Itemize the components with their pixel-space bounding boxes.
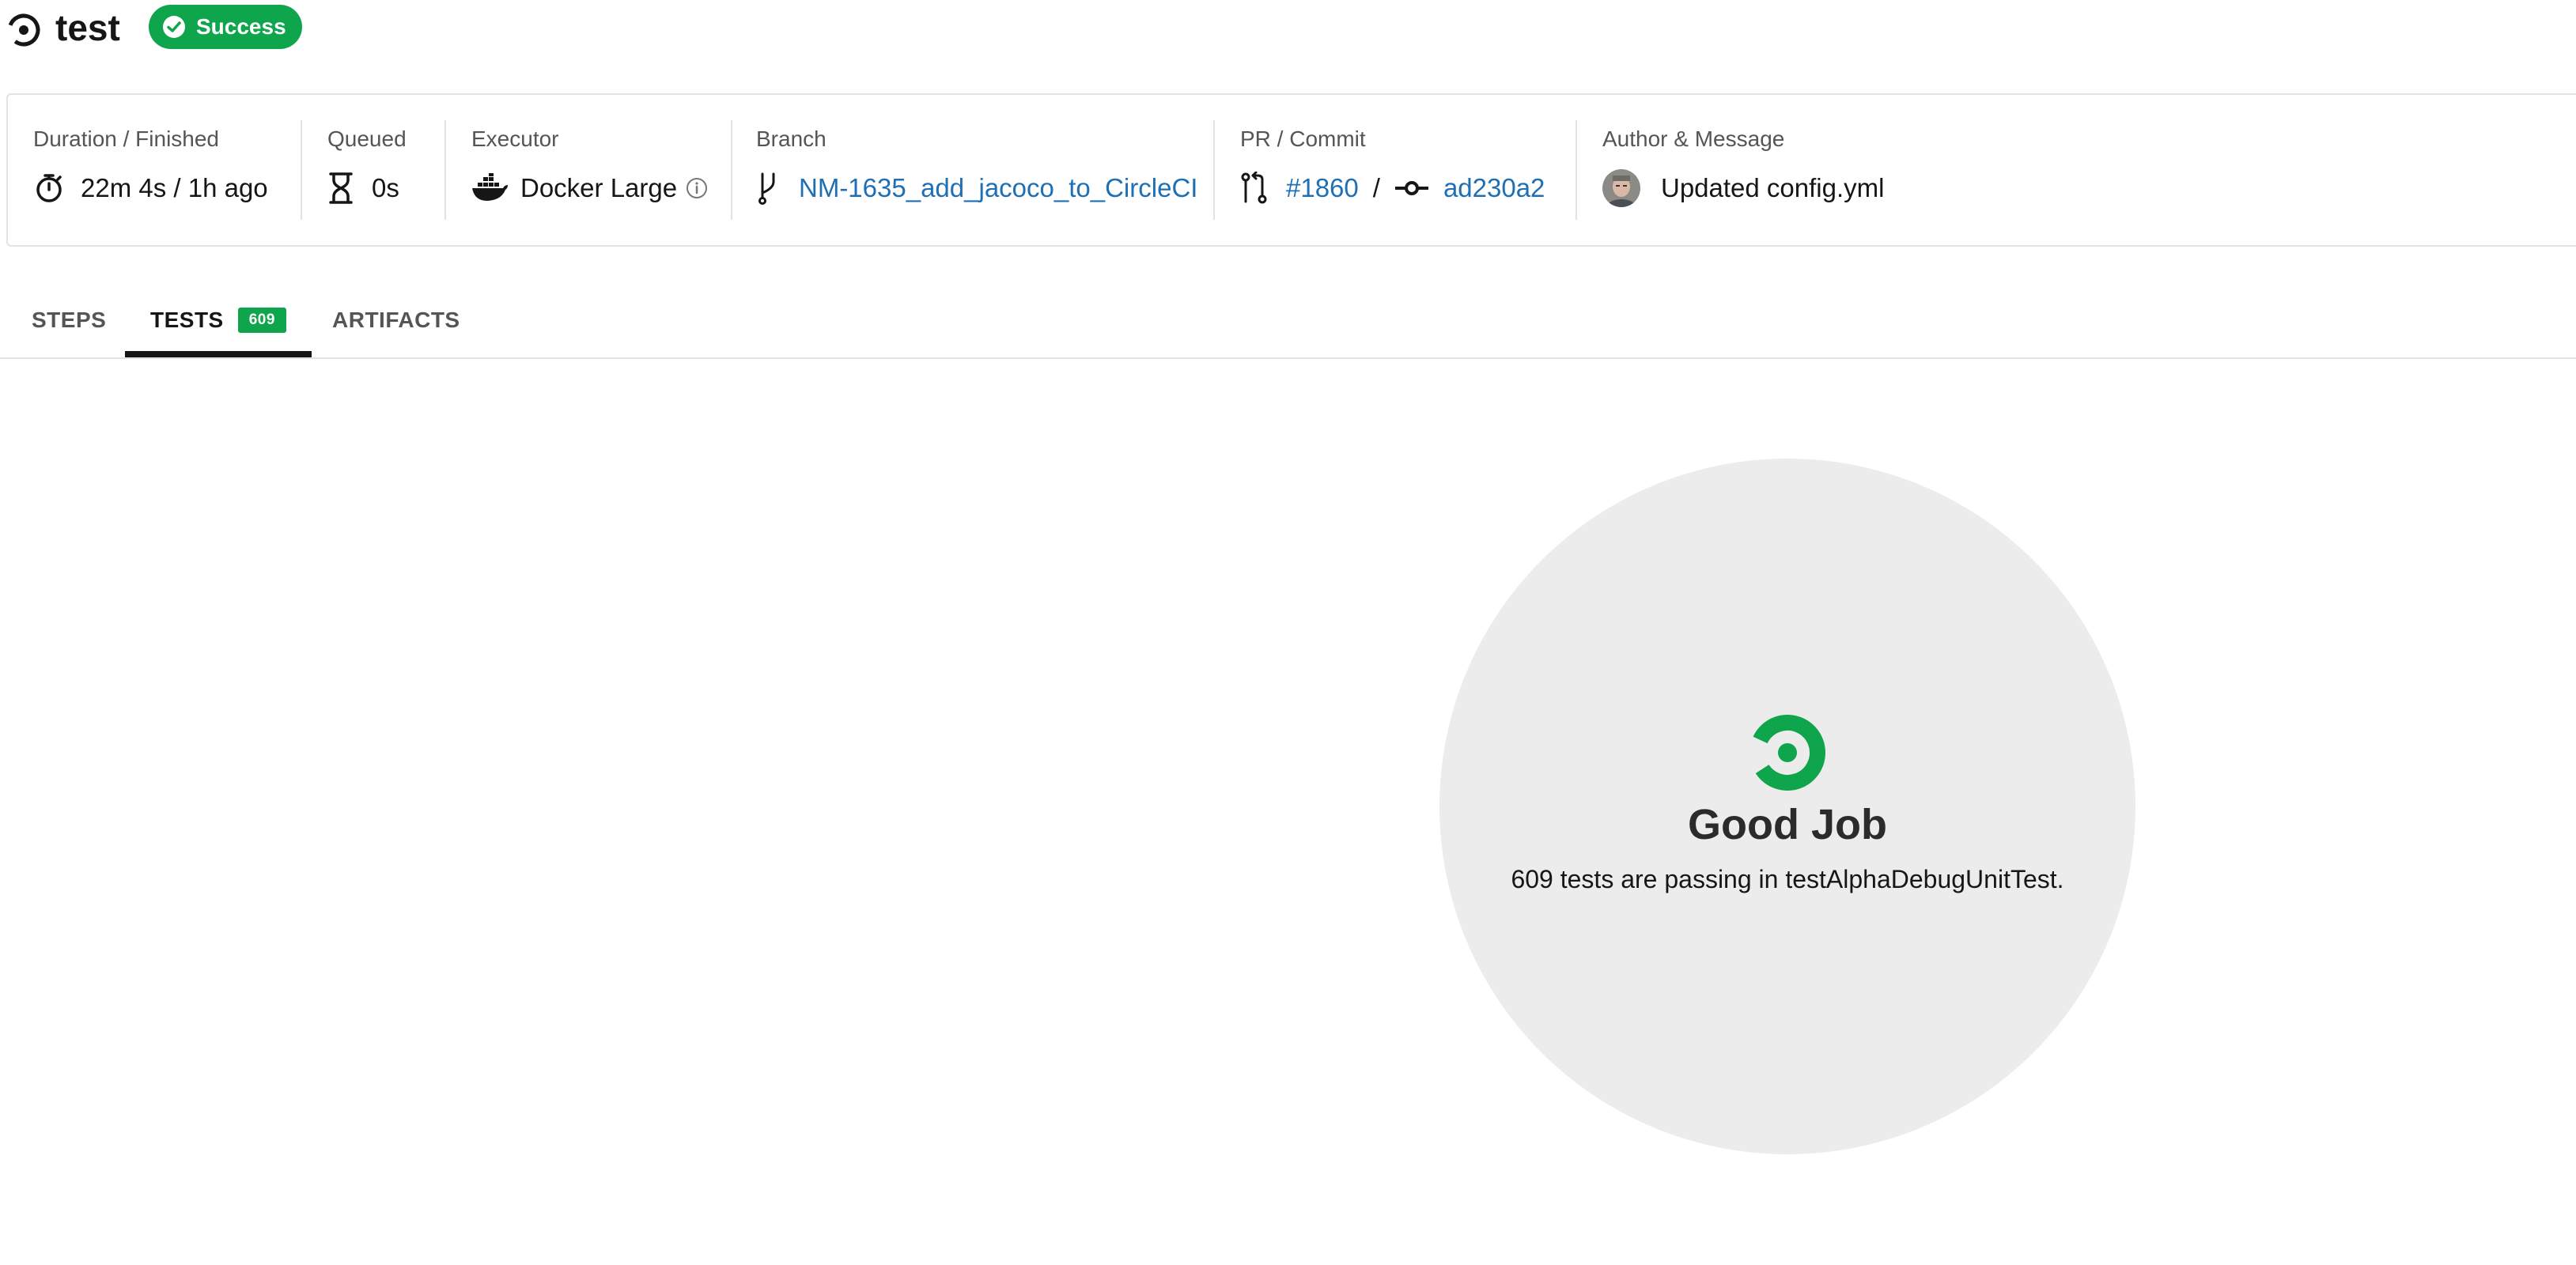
pr-commit-label: PR / Commit <box>1240 126 1366 151</box>
commit-message: Updated config.yml <box>1661 173 1885 202</box>
tab-tests[interactable]: TESTS 609 <box>125 285 312 357</box>
divider <box>1575 120 1577 220</box>
author-value-row: Updated config.yml <box>1602 168 1884 209</box>
circleci-logo-icon <box>1749 715 1825 791</box>
hourglass-icon <box>329 172 353 204</box>
duration-value-row: 22m 4s / 1h ago <box>33 168 268 209</box>
duration-value: 22m 4s / 1h ago <box>81 173 268 202</box>
executor-label: Executor <box>471 126 559 151</box>
avatar[interactable] <box>1602 169 1640 207</box>
docker-icon <box>472 173 508 201</box>
branch-icon <box>758 172 775 205</box>
executor-value: Docker Large <box>520 173 678 202</box>
pr-link[interactable]: #1860 <box>1286 173 1359 203</box>
tab-artifacts[interactable]: ARTIFACTS <box>332 285 460 356</box>
pr-commit-separator: / <box>1372 173 1380 202</box>
divider <box>731 120 732 220</box>
branch-label: Branch <box>756 126 827 151</box>
pr-commit-value-row: #1860 / ad230a2 <box>1240 168 1545 209</box>
duration-label: Duration / Finished <box>33 126 220 151</box>
commit-link[interactable]: ad230a2 <box>1443 173 1545 203</box>
commit-icon <box>1394 181 1428 195</box>
divider <box>301 120 302 220</box>
pull-request-icon <box>1241 172 1267 204</box>
circleci-logo-icon <box>7 13 40 47</box>
branch-value-row: NM-1635_add_jacoco_to_CircleCI <box>756 168 1197 209</box>
tab-artifacts-label: ARTIFACTS <box>332 308 460 332</box>
tab-steps-label: STEPS <box>32 308 107 332</box>
divider <box>1213 120 1215 220</box>
divider <box>444 120 446 220</box>
stopwatch-icon <box>36 174 62 202</box>
tab-tests-label: TESTS <box>150 308 224 332</box>
info-icon[interactable] <box>685 176 709 200</box>
executor-value-row: Docker Large <box>471 168 709 209</box>
status-label: Success <box>196 14 286 39</box>
status-badge: Success <box>149 5 302 49</box>
job-info-panel: Duration / Finished 22m 4s / 1h ago Queu… <box>6 93 2576 247</box>
empty-state-message: 609 tests are passing in testAlphaDebugU… <box>1511 865 2064 893</box>
queued-label: Queued <box>327 126 407 151</box>
queued-value: 0s <box>372 173 399 202</box>
branch-link[interactable]: NM-1635_add_jacoco_to_CircleCI <box>799 173 1197 203</box>
queued-value-row: 0s <box>327 168 399 209</box>
check-circle-icon <box>163 16 185 38</box>
job-header: test Success <box>0 0 2576 55</box>
author-label: Author & Message <box>1602 126 1785 151</box>
job-tabs: STEPS TESTS 609 ARTIFACTS <box>0 285 2576 359</box>
tab-steps[interactable]: STEPS <box>32 285 106 356</box>
empty-state-title: Good Job <box>1688 801 1887 848</box>
job-title: test <box>55 7 120 48</box>
tests-count-badge: 609 <box>237 308 286 333</box>
